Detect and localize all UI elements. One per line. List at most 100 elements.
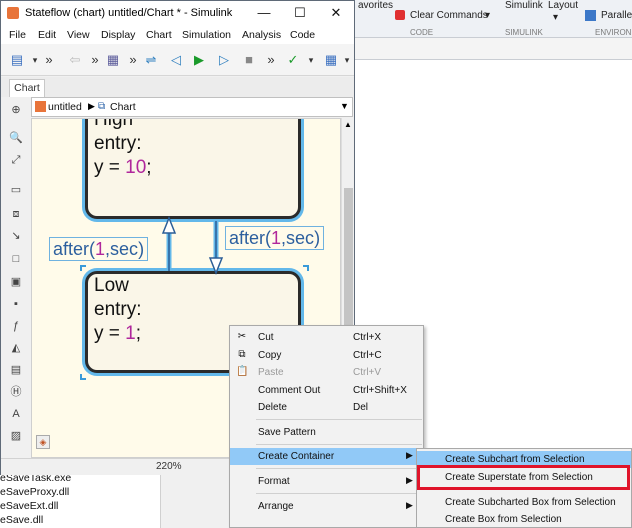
state-tool-icon[interactable]: ▭ <box>9 183 23 197</box>
menu-item-create-box[interactable]: Create Box from Selection <box>417 511 631 528</box>
highlight-callout <box>417 465 630 490</box>
clear-commands-icon <box>395 10 405 20</box>
breadcrumb-separator-icon: ▶ <box>88 101 95 111</box>
simulink-function-icon[interactable]: ◭ <box>9 341 23 355</box>
fit-view-icon[interactable]: ⤢ <box>9 153 23 167</box>
annotation-icon[interactable]: A <box>9 407 23 421</box>
submenu-arrow-icon: ▶ <box>406 475 413 485</box>
new-model-icon[interactable]: ▤ <box>9 52 25 68</box>
back-icon[interactable]: ⇦ <box>67 52 83 68</box>
hide-show-icon[interactable]: ⊕ <box>9 103 23 117</box>
paste-icon: 📋 <box>236 366 249 377</box>
menu-simulation[interactable]: Simulation <box>182 29 231 41</box>
clear-commands-button[interactable]: Clear Commands <box>410 10 488 21</box>
chart-icon: ⧉ <box>98 101 106 112</box>
tab-chart[interactable]: Chart <box>9 79 45 97</box>
menu-separator <box>256 493 422 494</box>
layout-chevron-icon[interactable]: ▾ <box>553 12 558 23</box>
model-icon <box>35 101 46 112</box>
box-tool-icon[interactable]: ⧈ <box>9 207 23 221</box>
ribbon-section-simulink: SIMULINK <box>505 28 543 37</box>
history-junction-icon[interactable]: ▣ <box>9 275 23 289</box>
file-item[interactable]: eSave.dll <box>0 514 43 526</box>
matlab-function-icon[interactable]: ƒ <box>9 319 23 333</box>
more-icon[interactable]: » <box>125 52 141 68</box>
scroll-up-icon[interactable]: ▲ <box>344 120 352 129</box>
breadcrumb-chart[interactable]: Chart <box>110 101 136 113</box>
background-toolbar <box>355 38 632 60</box>
menu-display[interactable]: Display <box>101 29 135 41</box>
zoom-level: 220% <box>156 461 182 472</box>
chevron-down-icon[interactable]: ▾ <box>485 10 490 21</box>
grid-icon[interactable]: ▦ <box>323 52 339 68</box>
image-icon[interactable]: ▨ <box>9 429 23 443</box>
zoom-icon[interactable]: 🔍 <box>9 131 23 145</box>
more-icon[interactable]: » <box>41 52 57 68</box>
menu-view[interactable]: View <box>67 29 90 41</box>
menu-item-delete[interactable]: Delete Del <box>230 399 423 416</box>
menu-item-cut[interactable]: ✂ Cut Ctrl+X <box>230 329 423 346</box>
check-icon[interactable]: ✓ <box>285 52 301 68</box>
breadcrumb-dropdown-icon[interactable]: ▼ <box>340 101 349 111</box>
graphical-function-icon[interactable]: ▪ <box>9 297 23 311</box>
file-item[interactable]: eSaveProxy.dll <box>0 486 69 498</box>
history-icon[interactable]: Ⓗ <box>9 385 23 399</box>
background-ribbon: avorites Clear Commands ▾ Simulink Layou… <box>355 0 632 38</box>
menu-item-comment-out[interactable]: Comment Out Ctrl+Shift+X <box>230 382 423 399</box>
menu-item-save-pattern[interactable]: Save Pattern <box>230 424 423 441</box>
window-title: Stateflow (chart) untitled/Chart * - Sim… <box>25 7 233 19</box>
junction-icon[interactable]: □ <box>9 252 23 266</box>
parallel-button[interactable]: Parallel <box>601 10 632 21</box>
menu-separator <box>256 419 422 420</box>
check-dropdown-icon[interactable]: ▾ <box>303 52 319 68</box>
transition-label-up[interactable]: after(1,sec) <box>49 237 149 261</box>
step-back-icon[interactable]: ◁ <box>168 52 184 68</box>
transition-up[interactable] <box>161 215 177 271</box>
parallel-icon <box>585 10 596 21</box>
menu-edit[interactable]: Edit <box>38 29 56 41</box>
toolbar: ▤ ▾ » ⇦ » ▦ » ⇌ ◁ ▶ ▷ ■ » ✓ ▾ ▦ ▾ <box>1 44 354 76</box>
menu-chart[interactable]: Chart <box>146 29 172 41</box>
menu-item-create-container[interactable]: Create Container ▶ <box>230 448 423 465</box>
run-icon[interactable]: ▶ <box>191 52 207 68</box>
favorites-label[interactable]: avorites <box>358 0 393 11</box>
menu-code[interactable]: Code <box>290 29 315 41</box>
maximize-button[interactable]: ☐ <box>289 4 311 22</box>
menu-item-copy[interactable]: ⧉ Copy Ctrl+C <box>230 347 423 364</box>
model-browser-icon[interactable]: ◈ <box>36 435 50 449</box>
simulink-button[interactable]: Simulink <box>505 0 543 11</box>
file-item[interactable]: eSaveExt.dll <box>0 500 58 512</box>
close-button[interactable]: ✕ <box>325 4 347 22</box>
menu-item-arrange[interactable]: Arrange ▶ <box>230 498 423 515</box>
more-icon[interactable]: » <box>87 52 103 68</box>
title-bar: Stateflow (chart) untitled/Chart * - Sim… <box>1 1 354 26</box>
menu-separator <box>256 444 422 445</box>
menu-item-paste[interactable]: 📋 Paste Ctrl+V <box>230 364 423 381</box>
submenu-arrow-icon: ▶ <box>406 450 413 460</box>
minimize-button[interactable]: — <box>253 4 275 22</box>
menu-file[interactable]: File <box>9 29 26 41</box>
menu-item-format[interactable]: Format ▶ <box>230 473 423 490</box>
grid-dropdown-icon[interactable]: ▾ <box>339 52 355 68</box>
default-transition-icon[interactable]: ↘ <box>9 229 23 243</box>
simulink-app-icon <box>7 7 19 19</box>
menu-separator <box>256 468 422 469</box>
scissors-icon: ✂ <box>237 331 247 342</box>
menu-item-create-subcharted-box[interactable]: Create Subcharted Box from Selection <box>417 494 631 511</box>
layout-button[interactable]: Layout <box>548 0 578 11</box>
library-browser-icon[interactable]: ▦ <box>105 52 121 68</box>
copy-icon: ⧉ <box>238 349 246 360</box>
model-settings-icon[interactable]: ⇌ <box>143 52 159 68</box>
truth-table-icon[interactable]: ▤ <box>9 363 23 377</box>
breadcrumb-model[interactable]: untitled <box>48 101 82 113</box>
menu-bar: File Edit View Display Chart Simulation … <box>1 26 354 44</box>
menu-analysis[interactable]: Analysis <box>242 29 281 41</box>
ribbon-section-environment: ENVIRONM <box>595 28 632 37</box>
transition-label-down[interactable]: after(1,sec) <box>225 226 325 250</box>
step-forward-icon[interactable]: ▷ <box>216 52 232 68</box>
transition-down[interactable] <box>208 221 224 276</box>
tab-strip: Chart <box>1 77 354 97</box>
object-palette: ⊕ 🔍 ⤢ ▭ ⧈ ↘ □ ▣ ▪ ƒ ◭ ▤ Ⓗ A ▨ <box>1 97 31 457</box>
more-icon[interactable]: » <box>263 52 279 68</box>
stop-icon[interactable]: ■ <box>241 52 257 68</box>
